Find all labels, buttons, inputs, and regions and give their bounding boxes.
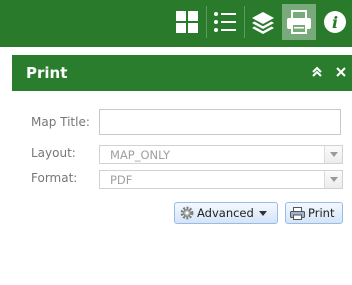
layers-icon (252, 12, 274, 34)
print-button-label: Print (308, 206, 335, 220)
format-select[interactable]: PDF (99, 170, 343, 189)
toolbar-divider (244, 6, 245, 38)
chevron-down-icon (329, 152, 338, 157)
advanced-button-label: Advanced (197, 206, 254, 220)
double-chevron-up-icon (312, 66, 322, 77)
layers-button[interactable] (246, 4, 280, 40)
list-icon (214, 12, 236, 32)
list-view-button[interactable] (208, 4, 242, 40)
info-button[interactable]: i (318, 4, 352, 40)
format-value: PDF (110, 173, 133, 187)
map-title-label: Map Title: (31, 115, 90, 129)
svg-text:i: i (332, 13, 338, 32)
layout-dropdown-trigger[interactable] (324, 146, 342, 163)
toolbar-divider (206, 6, 207, 38)
print-panel: Print Map Title: Layout: MAP_ONLY Format… (12, 55, 352, 285)
print-tool-button[interactable] (282, 4, 316, 40)
layout-select[interactable]: MAP_ONLY (99, 145, 343, 164)
chevron-down-icon (329, 177, 338, 182)
gear-icon (180, 206, 194, 220)
map-title-input[interactable] (99, 109, 341, 135)
collapse-button[interactable] (308, 63, 326, 81)
close-button[interactable] (332, 63, 350, 81)
close-icon (336, 67, 346, 77)
grid-icon (176, 11, 198, 33)
printer-icon (290, 206, 305, 220)
panel-header: Print (12, 55, 352, 91)
grid-view-button[interactable] (170, 4, 204, 40)
format-label: Format: (31, 171, 78, 185)
info-icon: i (324, 11, 346, 33)
chevron-down-icon (258, 210, 267, 216)
printer-icon (287, 10, 311, 34)
format-dropdown-trigger[interactable] (324, 171, 342, 188)
advanced-button[interactable]: Advanced (174, 202, 278, 224)
layout-label: Layout: (31, 146, 76, 160)
layout-value: MAP_ONLY (110, 148, 171, 162)
panel-title: Print (26, 64, 68, 82)
print-button[interactable]: Print (285, 202, 343, 224)
top-toolbar: i (0, 0, 352, 47)
